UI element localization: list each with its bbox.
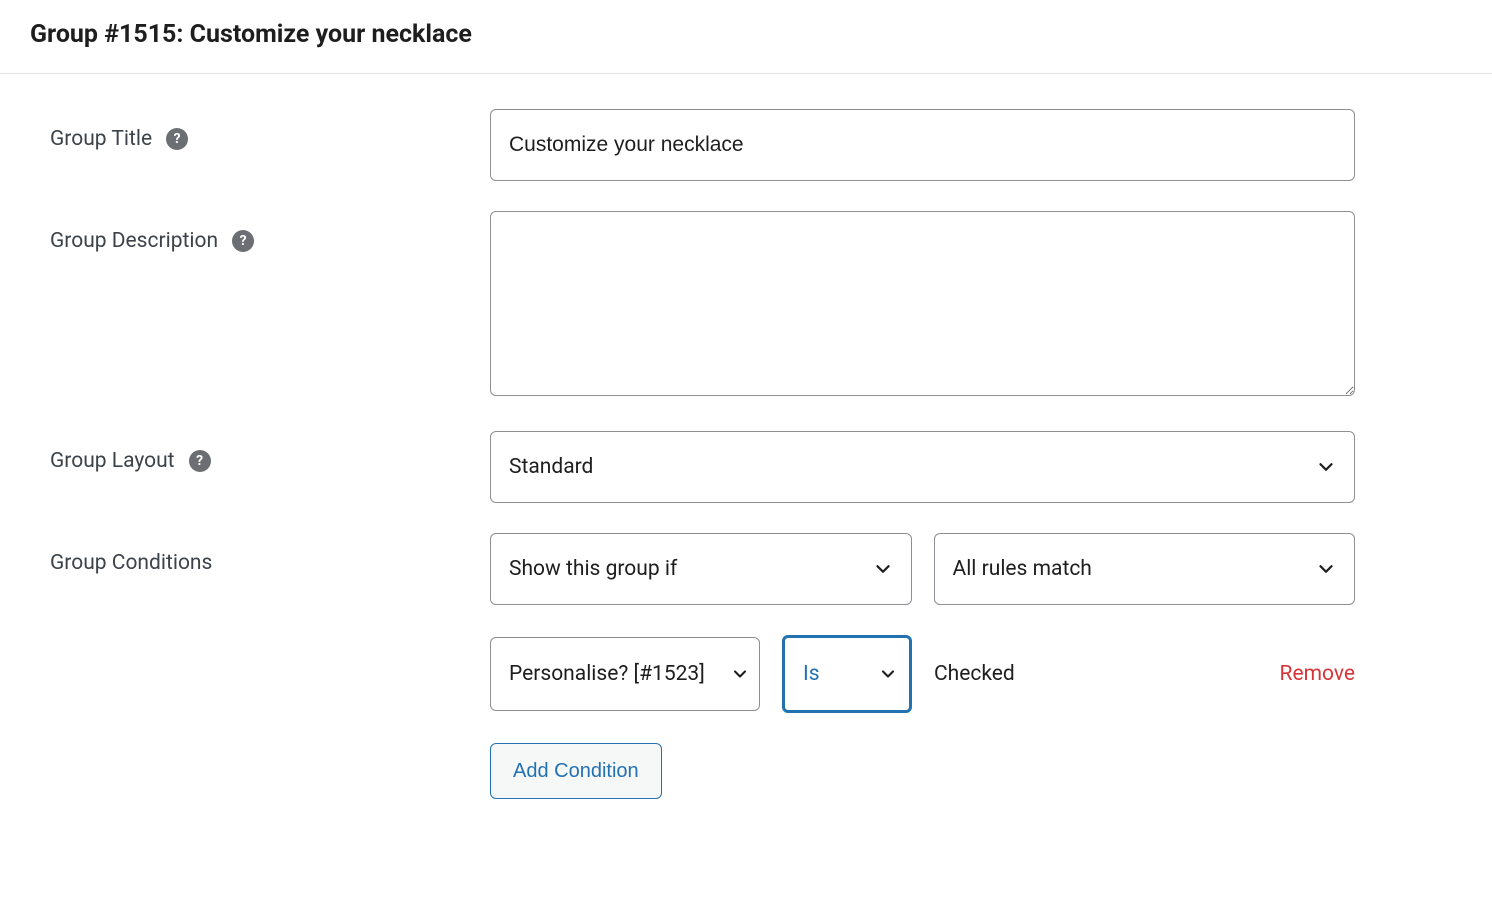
condition-rule-row: Personalise? [#1523] Is Checked Remove [490,635,1355,713]
group-layout-selected: Standard [509,455,593,479]
add-condition-label: Add Condition [513,760,639,783]
label-group-layout-col: Group Layout ? [50,431,490,473]
label-group-title-col: Group Title ? [50,109,490,151]
row-group-title: Group Title ? [50,109,1442,181]
label-group-title: Group Title [50,127,152,151]
label-group-conditions-col: Group Conditions [50,533,490,575]
condition-operator-select[interactable]: Is [782,635,912,713]
condition-match-select[interactable]: All rules match [934,533,1356,605]
group-layout-select-wrap: Standard [490,431,1355,503]
label-group-conditions: Group Conditions [50,551,212,575]
condition-field-select[interactable]: Personalise? [#1523] [490,637,760,711]
condition-action-select[interactable]: Show this group if [490,533,912,605]
group-header: Group #1515: Customize your necklace [0,0,1492,74]
condition-value: Checked [934,662,1258,686]
group-title-heading: Group #1515: Customize your necklace [30,20,1462,49]
group-description-textarea[interactable] [490,211,1355,396]
condition-field-wrap: Personalise? [#1523] [490,637,760,711]
remove-condition-link[interactable]: Remove [1280,662,1356,686]
add-condition-button[interactable]: Add Condition [490,743,662,799]
condition-operator-wrap: Is [782,635,912,713]
help-icon[interactable]: ? [232,230,254,252]
label-group-layout: Group Layout [50,449,175,473]
condition-operator-selected: Is [803,662,820,686]
label-group-description-col: Group Description ? [50,211,490,253]
group-title-input[interactable] [490,109,1355,181]
row-group-description: Group Description ? [50,211,1442,401]
row-group-layout: Group Layout ? Standard [50,431,1442,503]
form-area: Group Title ? Group Description ? Group … [0,74,1492,839]
conditions-top-row: Show this group if All rules match [490,533,1355,605]
condition-match-wrap: All rules match [934,533,1356,605]
group-layout-select[interactable]: Standard [490,431,1355,503]
row-group-conditions: Group Conditions Show this group if All … [50,533,1442,799]
help-icon[interactable]: ? [166,128,188,150]
label-group-description: Group Description [50,229,218,253]
condition-action-selected: Show this group if [509,557,677,581]
help-icon[interactable]: ? [189,450,211,472]
condition-action-wrap: Show this group if [490,533,912,605]
condition-match-selected: All rules match [953,557,1092,581]
condition-field-selected: Personalise? [#1523] [509,662,705,686]
